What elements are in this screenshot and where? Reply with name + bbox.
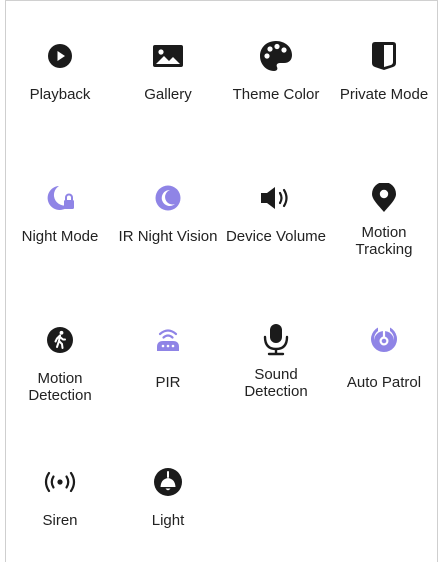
tile-auto-patrol[interactable]: Auto Patrol bbox=[330, 284, 438, 426]
shield-half-icon bbox=[362, 34, 406, 78]
tile-motion-tracking[interactable]: Motion Tracking bbox=[330, 142, 438, 284]
play-circle-icon bbox=[38, 34, 82, 78]
tile-theme-color[interactable]: Theme Color bbox=[222, 0, 330, 142]
tile-motion-detection[interactable]: Motion Detection bbox=[6, 284, 114, 426]
tile-label: Auto Patrol bbox=[346, 374, 422, 391]
tile-label: Siren bbox=[42, 512, 78, 529]
siren-icon bbox=[38, 460, 82, 504]
tile-siren[interactable]: Siren bbox=[6, 426, 114, 546]
tile-playback[interactable]: Playback bbox=[6, 0, 114, 142]
tile-label: Gallery bbox=[144, 86, 192, 103]
tile-ir-night-vision[interactable]: IR Night Vision bbox=[114, 142, 222, 284]
tile-label: Theme Color bbox=[232, 86, 320, 103]
tile-empty bbox=[222, 426, 330, 546]
image-icon bbox=[146, 34, 190, 78]
tile-label: Sound Detection bbox=[244, 366, 308, 400]
location-pin-icon bbox=[362, 176, 406, 220]
tile-label: Device Volume bbox=[225, 228, 327, 245]
tile-night-mode[interactable]: Night Mode bbox=[6, 142, 114, 284]
tile-light[interactable]: Light bbox=[114, 426, 222, 546]
tile-empty bbox=[330, 426, 438, 546]
walking-person-icon bbox=[38, 318, 82, 362]
tile-private-mode[interactable]: Private Mode bbox=[330, 0, 438, 142]
tile-label: Night Mode bbox=[21, 228, 99, 245]
tile-label: IR Night Vision bbox=[118, 228, 218, 245]
patrol-icon bbox=[362, 318, 406, 362]
tile-label: Light bbox=[151, 512, 185, 529]
microphone-icon bbox=[254, 318, 298, 362]
tile-label: Playback bbox=[29, 86, 91, 103]
pir-sensor-icon bbox=[146, 318, 190, 362]
palette-icon bbox=[254, 34, 298, 78]
feature-grid: Playback Gallery Theme Color Private Mod… bbox=[6, 0, 438, 546]
speaker-icon bbox=[254, 176, 298, 220]
tile-gallery[interactable]: Gallery bbox=[114, 0, 222, 142]
moon-lock-icon bbox=[38, 176, 82, 220]
lamp-icon bbox=[146, 460, 190, 504]
tile-label: Motion Detection bbox=[28, 370, 92, 404]
tile-label: Private Mode bbox=[339, 86, 429, 103]
tile-device-volume[interactable]: Device Volume bbox=[222, 142, 330, 284]
tile-label: Motion Tracking bbox=[355, 224, 413, 258]
tile-label: PIR bbox=[155, 374, 181, 391]
tile-pir[interactable]: PIR bbox=[114, 284, 222, 426]
moon-icon bbox=[146, 176, 190, 220]
tile-sound-detection[interactable]: Sound Detection bbox=[222, 284, 330, 426]
